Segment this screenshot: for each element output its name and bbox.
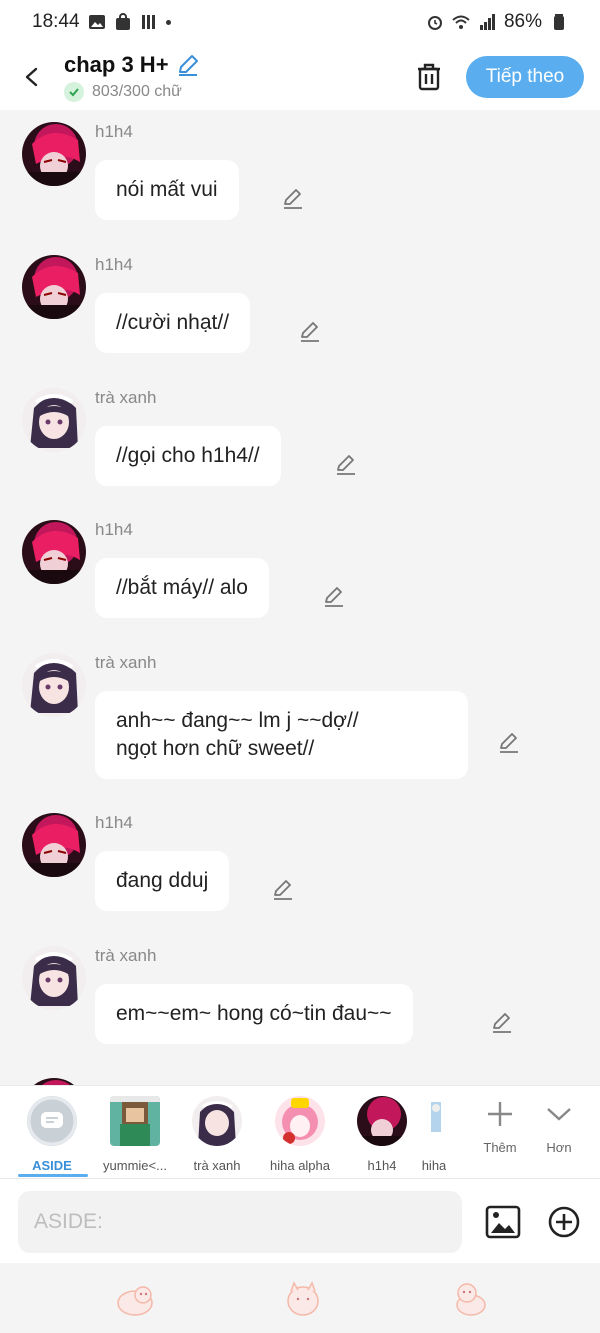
chapter-title: chap 3 H+ bbox=[64, 52, 169, 77]
edit-message-button[interactable] bbox=[333, 451, 359, 477]
input-bar bbox=[0, 1178, 600, 1263]
avatar-tra-xanh[interactable] bbox=[22, 388, 86, 452]
character-h1h4[interactable]: h1h4 bbox=[342, 1096, 422, 1173]
character-hiha-alpha[interactable]: hiha alpha bbox=[260, 1096, 340, 1173]
sticker-bar bbox=[0, 1263, 600, 1333]
chevron-down-icon bbox=[547, 1108, 571, 1121]
edit-message-button[interactable] bbox=[496, 729, 522, 755]
chat-list: h1h4 nói mất vui h1h4 //cười nhạt// trà … bbox=[0, 110, 600, 1085]
message-bubble[interactable]: //bắt máy// alo bbox=[95, 558, 269, 618]
character-label: h1h4 bbox=[367, 1158, 397, 1173]
shopping-bag-icon bbox=[115, 13, 130, 30]
character-tra-xanh[interactable]: trà xanh bbox=[177, 1096, 257, 1173]
chat-bubble-icon bbox=[27, 1096, 77, 1146]
edit-message-button[interactable] bbox=[489, 1009, 515, 1035]
message-bubble[interactable]: em~~em~ hong có~tin đau~~ bbox=[95, 984, 413, 1044]
header: chap 3 H+ 803/300 chữ Tiếp theo bbox=[0, 44, 600, 110]
message-bubble[interactable]: //gọi cho h1h4// bbox=[95, 426, 281, 486]
back-button[interactable] bbox=[0, 44, 64, 110]
message-bubble[interactable]: anh~~ đang~~ lm j ~~dợ// ngọt hơn chữ sw… bbox=[95, 691, 468, 779]
pencil-icon bbox=[493, 1013, 511, 1033]
edit-message-button[interactable] bbox=[280, 185, 306, 211]
check-icon bbox=[64, 82, 84, 102]
avatar-h1h4[interactable] bbox=[22, 520, 86, 584]
hiha-alpha-avatar bbox=[275, 1096, 325, 1146]
battery-percent: 86% bbox=[503, 11, 542, 32]
edit-title-icon[interactable] bbox=[175, 52, 201, 78]
status-time: 18:44 bbox=[32, 11, 80, 32]
avatar-h1h4[interactable] bbox=[22, 255, 86, 319]
plus-icon bbox=[488, 1102, 512, 1126]
title-block: chap 3 H+ 803/300 chữ bbox=[64, 52, 201, 102]
sender-name: h1h4 bbox=[95, 813, 133, 832]
plus-circle-icon bbox=[548, 1206, 580, 1238]
delete-button[interactable] bbox=[410, 58, 448, 96]
avatar-h1h4[interactable] bbox=[22, 1078, 86, 1085]
message-bubble[interactable]: đang dduj bbox=[95, 851, 230, 911]
tra-xanh-avatar bbox=[192, 1096, 242, 1146]
next-button[interactable]: Tiếp theo bbox=[466, 56, 584, 98]
more-label: Hơn bbox=[546, 1140, 572, 1155]
character-label: hiha alpha bbox=[270, 1158, 330, 1173]
signal-icon bbox=[479, 14, 495, 30]
character-label: ASIDE bbox=[32, 1158, 72, 1173]
cat-sticker-icon[interactable] bbox=[283, 1281, 323, 1317]
hiha-avatar bbox=[423, 1096, 445, 1146]
character-hiha[interactable]: hiha bbox=[412, 1096, 456, 1173]
sender-name: trà xanh bbox=[95, 388, 157, 407]
battery-icon bbox=[554, 14, 564, 30]
message-input[interactable] bbox=[18, 1191, 462, 1253]
yummie-avatar bbox=[110, 1096, 160, 1146]
sender-name: trà xanh bbox=[95, 653, 157, 672]
character-yummie[interactable]: yummie<... bbox=[95, 1096, 175, 1173]
more-notifications-dot bbox=[165, 19, 171, 25]
message-bubble[interactable]: //cười nhạt// bbox=[95, 293, 251, 353]
gallery-notification-icon bbox=[88, 15, 105, 29]
pencil-icon bbox=[337, 455, 355, 475]
character-label: yummie<... bbox=[103, 1158, 167, 1173]
character-bar: ASIDE yummie<... trà xanh hiha alpha h1h… bbox=[0, 1085, 600, 1178]
edit-message-button[interactable] bbox=[297, 318, 323, 344]
trash-icon bbox=[418, 63, 440, 91]
avatar-h1h4[interactable] bbox=[22, 813, 86, 877]
sender-name: trà xanh bbox=[95, 946, 157, 965]
pencil-icon bbox=[500, 733, 518, 753]
chevron-left-icon bbox=[25, 67, 38, 87]
more-characters-button[interactable]: Hơn bbox=[529, 1098, 589, 1155]
pencil-icon bbox=[325, 587, 343, 607]
more-options-button[interactable] bbox=[545, 1203, 583, 1241]
pencil-icon bbox=[274, 880, 292, 900]
edit-message-button[interactable] bbox=[321, 583, 347, 609]
app-notification-icon bbox=[141, 15, 155, 29]
sender-name: h1h4 bbox=[95, 122, 133, 141]
alarm-icon bbox=[427, 16, 442, 30]
cat-sticker-icon[interactable] bbox=[451, 1281, 491, 1317]
cat-sticker-icon[interactable] bbox=[115, 1281, 155, 1317]
character-label: hiha bbox=[421, 1158, 447, 1173]
sender-name: h1h4 bbox=[95, 255, 133, 274]
status-bar: 18:44 86% bbox=[0, 0, 600, 44]
pencil-icon bbox=[284, 189, 302, 209]
character-aside[interactable]: ASIDE bbox=[12, 1096, 92, 1173]
image-icon bbox=[485, 1205, 521, 1239]
wifi-icon bbox=[452, 15, 470, 29]
h1h4-avatar bbox=[357, 1096, 407, 1146]
pencil-icon bbox=[301, 322, 319, 342]
sender-name: h1h4 bbox=[95, 520, 133, 539]
insert-image-button[interactable] bbox=[484, 1203, 522, 1241]
avatar-tra-xanh[interactable] bbox=[22, 946, 86, 1010]
avatar-tra-xanh[interactable] bbox=[22, 653, 86, 717]
add-character-button[interactable]: Thêm bbox=[470, 1098, 530, 1155]
add-label: Thêm bbox=[483, 1140, 517, 1155]
aside-avatar bbox=[27, 1096, 77, 1146]
avatar-h1h4[interactable] bbox=[22, 122, 86, 186]
active-indicator bbox=[18, 1174, 88, 1177]
character-label: trà xanh bbox=[193, 1158, 241, 1173]
word-count: 803/300 chữ bbox=[92, 83, 182, 100]
message-bubble[interactable]: nói mất vui bbox=[95, 160, 239, 220]
edit-message-button[interactable] bbox=[270, 876, 296, 902]
